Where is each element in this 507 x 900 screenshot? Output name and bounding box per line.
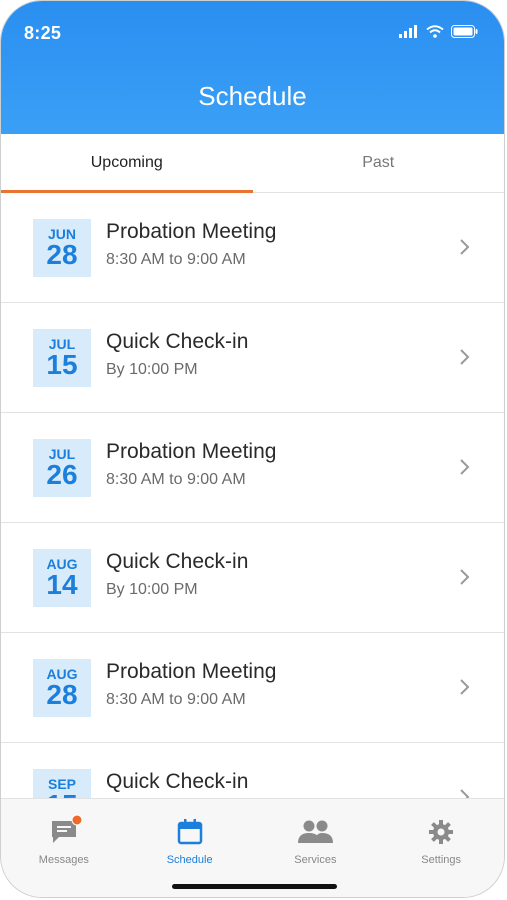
date-badge: AUG 28 — [33, 659, 91, 717]
appointment-title: Probation Meeting — [106, 660, 277, 683]
appointment-title: Probation Meeting — [106, 440, 277, 463]
appointment-title: Quick Check-in — [106, 550, 249, 573]
tab-upcoming[interactable]: Upcoming — [1, 134, 253, 193]
chevron-right-icon — [460, 679, 470, 695]
date-day: 28 — [46, 239, 78, 270]
appointment-row[interactable]: AUG 28 Probation Meeting 8:30 AM to 9:00… — [1, 633, 504, 743]
signal-icon — [399, 25, 417, 38]
status-icons — [399, 25, 478, 38]
wifi-icon — [426, 25, 444, 38]
date-day: 28 — [46, 679, 78, 710]
tab-past[interactable]: Past — [253, 134, 505, 192]
app-header: 8:25 Schedule — [1, 1, 504, 134]
appointment-time: By 10:00 PM — [106, 361, 198, 378]
appointment-title: Quick Check-in — [106, 330, 249, 353]
chevron-right-icon — [460, 459, 470, 475]
appointment-row[interactable]: JUL 26 Probation Meeting 8:30 AM to 9:00… — [1, 413, 504, 523]
date-day: 15 — [46, 349, 78, 380]
date-day: 14 — [46, 569, 78, 600]
nav-label: Services — [294, 854, 337, 866]
phone-screen: 8:25 Schedule Upcoming Past JUN 28 Proba… — [0, 0, 505, 898]
appointment-time: By 10:00 PM — [106, 581, 198, 598]
gear-icon — [428, 819, 454, 848]
appointment-row[interactable]: JUN 28 Probation Meeting 8:30 AM to 9:00… — [1, 193, 504, 303]
page-title: Schedule — [198, 81, 307, 111]
date-badge: JUL 26 — [33, 439, 91, 497]
date-badge: JUN 28 — [33, 219, 91, 277]
chevron-right-icon — [460, 569, 470, 585]
nav-messages[interactable]: Messages — [1, 799, 127, 897]
appointment-title: Probation Meeting — [106, 220, 277, 243]
calendar-icon — [177, 819, 203, 848]
nav-settings[interactable]: Settings — [378, 799, 504, 897]
messages-icon — [50, 814, 83, 848]
appointment-row[interactable]: JUL 15 Quick Check-in By 10:00 PM — [1, 303, 504, 413]
bottom-nav: Messages Schedule Services Settings — [1, 798, 504, 897]
date-badge: JUL 15 — [33, 329, 91, 387]
nav-label: Schedule — [166, 854, 213, 866]
date-badge: AUG 14 — [33, 549, 91, 607]
home-indicator — [172, 884, 337, 889]
appointment-time: 8:30 AM to 9:00 AM — [106, 251, 246, 268]
chevron-right-icon — [460, 239, 470, 255]
appointment-time: 8:30 AM to 9:00 AM — [106, 691, 246, 708]
appointment-row[interactable]: AUG 14 Quick Check-in By 10:00 PM — [1, 523, 504, 633]
chevron-right-icon — [460, 349, 470, 365]
nav-label: Messages — [38, 854, 89, 866]
battery-icon — [451, 25, 478, 38]
nav-label: Settings — [421, 854, 461, 866]
schedule-tabs: Upcoming Past — [1, 134, 504, 193]
appointment-time: 8:30 AM to 9:00 AM — [106, 471, 246, 488]
status-time: 8:25 — [24, 23, 62, 43]
appointment-title: Quick Check-in — [106, 770, 249, 793]
appointment-list: JUN 28 Probation Meeting 8:30 AM to 9:00… — [1, 193, 504, 853]
date-day: 26 — [46, 459, 78, 490]
people-icon — [296, 819, 334, 846]
